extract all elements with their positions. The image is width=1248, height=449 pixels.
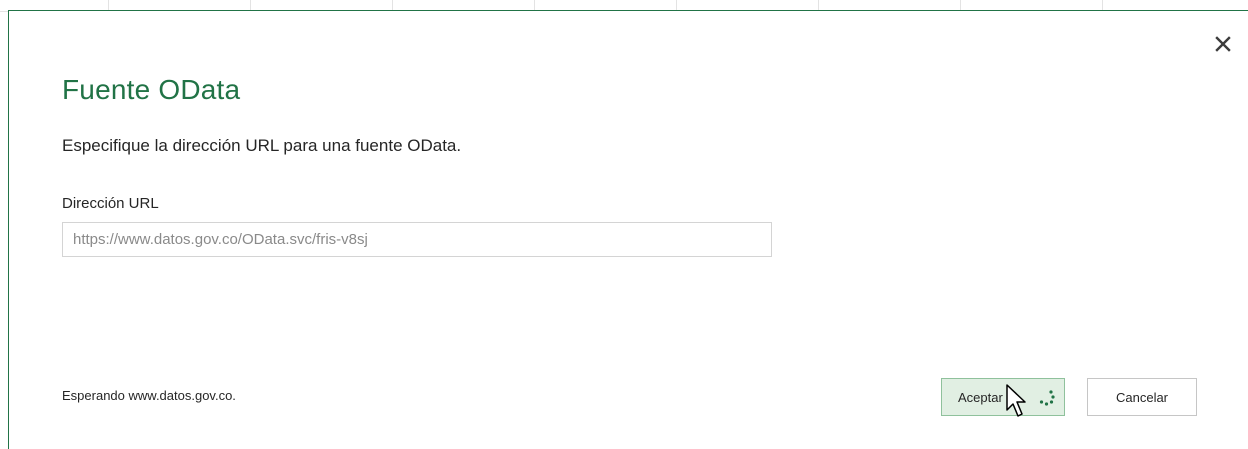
dialog-description: Especifique la dirección URL para una fu… [62,136,462,155]
url-label: Dirección URL [62,195,159,212]
close-button[interactable] [1208,29,1238,59]
url-input[interactable] [62,222,772,257]
accept-button[interactable]: Aceptar [941,378,1065,416]
mouse-pointer-icon [1006,384,1026,417]
loading-spinner-icon [1039,390,1055,406]
dialog-title: Fuente OData [62,74,241,105]
odata-feed-dialog: Fuente OData Especifique la dirección UR… [8,10,1248,449]
cancel-button[interactable]: Cancelar [1087,378,1197,416]
accept-button-label: Aceptar [958,389,1003,405]
close-icon [1215,36,1231,52]
cancel-button-label: Cancelar [1115,389,1169,405]
page: Fuente OData Especifique la dirección UR… [0,0,1248,449]
status-text: Esperando www.datos.gov.co. [62,388,236,403]
